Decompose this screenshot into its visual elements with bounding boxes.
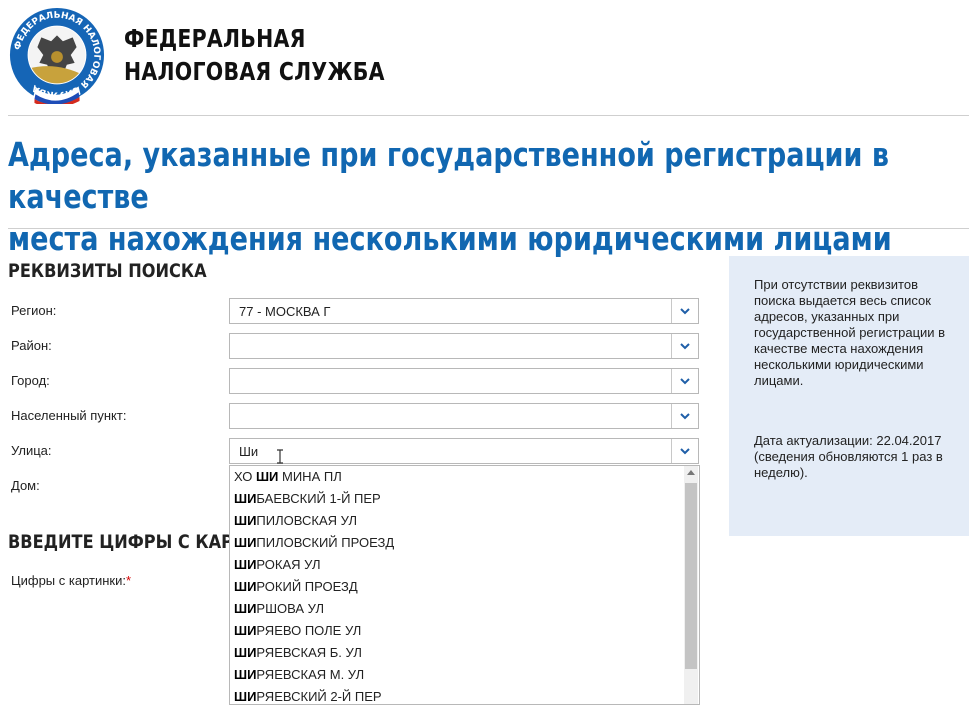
district-label: Район: bbox=[11, 338, 52, 353]
title-divider bbox=[8, 228, 969, 229]
site-header: ФЕДЕРАЛЬНАЯ НАЛОГОВАЯ СЛУЖБА ФЕДЕРАЛЬНАЯ… bbox=[0, 0, 980, 115]
list-item[interactable]: ШИПИЛОВСКАЯ УЛ bbox=[234, 510, 684, 532]
city-dropdown-button[interactable] bbox=[671, 369, 698, 393]
org-name-line1: ФЕДЕРАЛЬНАЯ bbox=[124, 24, 306, 53]
region-value: 77 - МОСКВА Г bbox=[239, 304, 331, 319]
city-select[interactable] bbox=[229, 368, 699, 394]
list-item[interactable]: ШИРОКИЙ ПРОЕЗД bbox=[234, 576, 684, 598]
street-input[interactable] bbox=[230, 439, 679, 463]
list-item[interactable]: ШИРЯЕВСКИЙ 2-Й ПЕР bbox=[234, 686, 684, 704]
page-title-line2: места нахождения несколькими юридическим… bbox=[8, 219, 892, 258]
street-suggestions-list[interactable]: ХО ШИ МИНА ПЛ ШИБАЕВСКИЙ 1-Й ПЕР ШИПИЛОВ… bbox=[229, 465, 700, 705]
org-name[interactable]: ФЕДЕРАЛЬНАЯ НАЛОГОВАЯ СЛУЖБА bbox=[124, 22, 385, 88]
list-item[interactable]: ШИПИЛОВСКИЙ ПРОЕЗД bbox=[234, 532, 684, 554]
org-name-line2: НАЛОГОВАЯ СЛУЖБА bbox=[124, 57, 385, 86]
header-divider bbox=[8, 115, 969, 116]
scroll-up-arrow-icon[interactable] bbox=[687, 470, 695, 475]
list-item[interactable]: ШИБАЕВСКИЙ 1-Й ПЕР bbox=[234, 488, 684, 510]
scrollbar-thumb[interactable] bbox=[685, 483, 697, 669]
region-label: Регион: bbox=[11, 303, 57, 318]
info-update-date: Дата актуализации: 22.04.2017 (сведения … bbox=[754, 433, 943, 480]
region-dropdown-button[interactable] bbox=[671, 299, 698, 323]
chevron-down-icon bbox=[680, 307, 690, 314]
chevron-down-icon bbox=[680, 412, 690, 419]
list-item[interactable]: ХО ШИ МИНА ПЛ bbox=[234, 466, 684, 488]
settlement-dropdown-button[interactable] bbox=[671, 404, 698, 428]
district-dropdown-button[interactable] bbox=[671, 334, 698, 358]
required-mark: * bbox=[125, 573, 132, 588]
house-label: Дом: bbox=[11, 478, 40, 493]
captcha-label-text: Цифры с картинки: bbox=[11, 573, 126, 588]
info-panel: При отсутствии реквизитов поиска выдаетс… bbox=[729, 256, 969, 536]
street-label: Улица: bbox=[11, 443, 52, 458]
list-item[interactable]: ШИРЯЕВСКАЯ М. УЛ bbox=[234, 664, 684, 686]
district-select[interactable] bbox=[229, 333, 699, 359]
settlement-select[interactable] bbox=[229, 403, 699, 429]
list-item[interactable]: ШИРЯЕВО ПОЛЕ УЛ bbox=[234, 620, 684, 642]
info-text-main: При отсутствии реквизитов поиска выдаетс… bbox=[754, 277, 946, 388]
settlement-label: Населенный пункт: bbox=[11, 408, 127, 423]
list-item[interactable]: ШИРШОВА УЛ bbox=[234, 598, 684, 620]
street-combobox[interactable] bbox=[229, 438, 699, 464]
search-section-title: РЕКВИЗИТЫ ПОИСКА bbox=[8, 260, 207, 282]
fns-emblem-icon[interactable]: ФЕДЕРАЛЬНАЯ НАЛОГОВАЯ СЛУЖБА bbox=[8, 6, 106, 104]
street-dropdown-button[interactable] bbox=[671, 439, 698, 463]
page-title-line1: Адреса, указанные при государственной ре… bbox=[8, 135, 890, 216]
chevron-down-icon bbox=[680, 377, 690, 384]
region-select[interactable]: 77 - МОСКВА Г bbox=[229, 298, 699, 324]
text-cursor-icon bbox=[277, 449, 283, 464]
captcha-label: Цифры с картинки:* bbox=[11, 573, 131, 588]
chevron-down-icon bbox=[680, 342, 690, 349]
chevron-down-icon bbox=[680, 447, 690, 454]
list-item[interactable]: ШИРОКАЯ УЛ bbox=[234, 554, 684, 576]
city-label: Город: bbox=[11, 373, 50, 388]
page-title: Адреса, указанные при государственной ре… bbox=[8, 134, 951, 260]
suggestions-scrollbar[interactable] bbox=[684, 466, 698, 704]
list-item[interactable]: ШИРЯЕВСКАЯ Б. УЛ bbox=[234, 642, 684, 664]
